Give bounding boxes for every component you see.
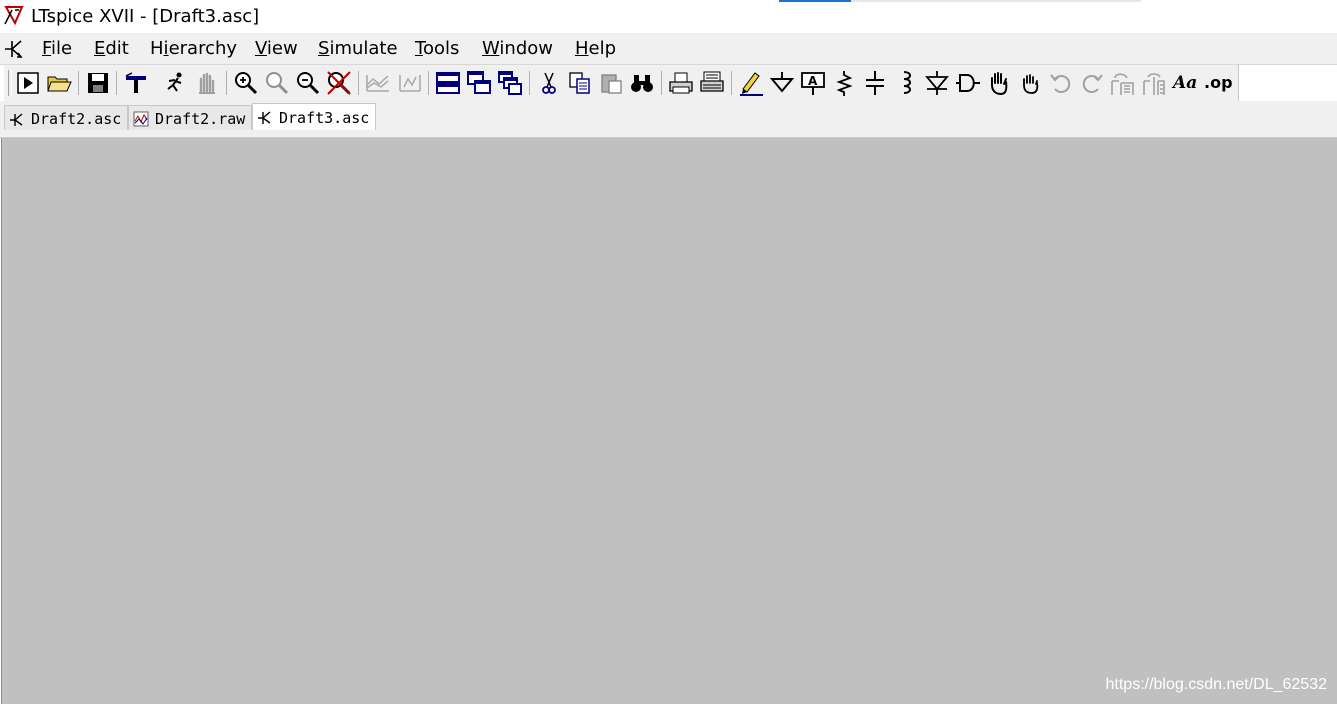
tab-underline	[0, 130, 1337, 138]
menu-view[interactable]: View	[255, 38, 298, 59]
capacitor-icon[interactable]	[861, 69, 889, 97]
toolbar-separator	[358, 71, 359, 95]
control-panel-icon[interactable]	[122, 69, 150, 97]
print-icon[interactable]	[698, 69, 726, 97]
menu-help[interactable]: Help	[575, 38, 616, 59]
toolbar-separator	[731, 71, 732, 95]
wire-pencil-icon[interactable]	[737, 69, 765, 97]
schematic-icon	[258, 111, 271, 124]
tab-label: Draft2.raw	[155, 110, 246, 128]
label-net-icon[interactable]: A	[799, 69, 827, 97]
window-title: LTspice XVII - [Draft3.asc]	[31, 6, 260, 27]
halt-icon[interactable]	[161, 69, 189, 97]
waveform-icon	[133, 111, 149, 127]
menu-edit[interactable]: Edit	[94, 38, 129, 59]
toolbar-separator	[428, 71, 429, 95]
find-icon[interactable]	[628, 69, 656, 97]
toolbar: A Aa .op	[0, 65, 1337, 102]
title-accent-line-grey	[851, 0, 1141, 2]
save-icon[interactable]	[84, 69, 112, 97]
tab-draft2-asc[interactable]: Draft2.asc	[4, 105, 128, 131]
run-icon[interactable]	[14, 69, 42, 97]
menu-hierarchy[interactable]: Hierarchy	[150, 38, 237, 59]
print-preview-icon[interactable]	[667, 69, 695, 97]
move-hand-icon[interactable]	[985, 69, 1013, 97]
resistor-icon[interactable]	[830, 69, 858, 97]
rotate-icon[interactable]	[1109, 69, 1137, 97]
spice-directive-button[interactable]: .op	[1204, 73, 1233, 92]
menu-bar: File Edit Hierarchy View Simulate Tools …	[0, 33, 1337, 65]
toolbar-grip[interactable]	[8, 70, 12, 96]
mirror-icon[interactable]	[1140, 69, 1168, 97]
autorange-x-icon[interactable]	[395, 69, 423, 97]
title-bar: LTspice XVII - [Draft3.asc]	[0, 0, 1337, 33]
zoom-fit-icon[interactable]	[325, 69, 353, 97]
tab-label: Draft3.asc	[279, 109, 370, 127]
copy-icon[interactable]	[566, 69, 594, 97]
autorange-icon[interactable]	[364, 69, 392, 97]
cascade-icon[interactable]	[465, 69, 493, 97]
tab-draft2-raw[interactable]: Draft2.raw	[128, 105, 252, 131]
tab-label: Draft2.asc	[31, 110, 122, 128]
component-icon[interactable]	[954, 69, 982, 97]
open-icon[interactable]	[45, 69, 73, 97]
text-tool-button[interactable]: Aa	[1173, 73, 1197, 93]
menu-file[interactable]: File	[42, 38, 72, 59]
schematic-workspace[interactable]: https://blog.csdn.net/DL_62532	[1, 138, 1337, 704]
toolbar-separator	[226, 71, 227, 95]
title-accent-line	[779, 0, 851, 2]
svg-text:A: A	[808, 74, 818, 88]
toolbar-separator	[529, 71, 530, 95]
redo-icon[interactable]	[1078, 69, 1106, 97]
ltspice-app-icon[interactable]	[3, 4, 25, 26]
cut-icon[interactable]	[535, 69, 563, 97]
zoom-area-icon[interactable]	[263, 69, 291, 97]
diode-icon[interactable]	[923, 69, 951, 97]
menu-simulate[interactable]: Simulate	[318, 38, 398, 59]
drag-hand-icon[interactable]	[1016, 69, 1044, 97]
menu-window[interactable]: Window	[482, 38, 553, 59]
tab-draft3-asc[interactable]: Draft3.asc	[252, 103, 376, 132]
tile-horizontal-icon[interactable]	[434, 69, 462, 97]
watermark-text: https://blog.csdn.net/DL_62532	[1105, 676, 1328, 693]
schematic-doc-icon[interactable]	[3, 37, 25, 59]
schematic-icon	[10, 113, 23, 126]
undo-icon[interactable]	[1047, 69, 1075, 97]
pan-icon[interactable]	[193, 69, 221, 97]
zoom-in-icon[interactable]	[232, 69, 260, 97]
toolbar-separator	[661, 71, 662, 95]
toolbar-separator	[78, 71, 79, 95]
menu-tools[interactable]: Tools	[415, 38, 459, 59]
zoom-out-icon[interactable]	[294, 69, 322, 97]
tile-vertical-icon[interactable]	[496, 69, 524, 97]
toolbar-separator	[116, 71, 117, 95]
ground-icon[interactable]	[768, 69, 796, 97]
inductor-icon[interactable]	[892, 69, 920, 97]
paste-icon[interactable]	[597, 69, 625, 97]
